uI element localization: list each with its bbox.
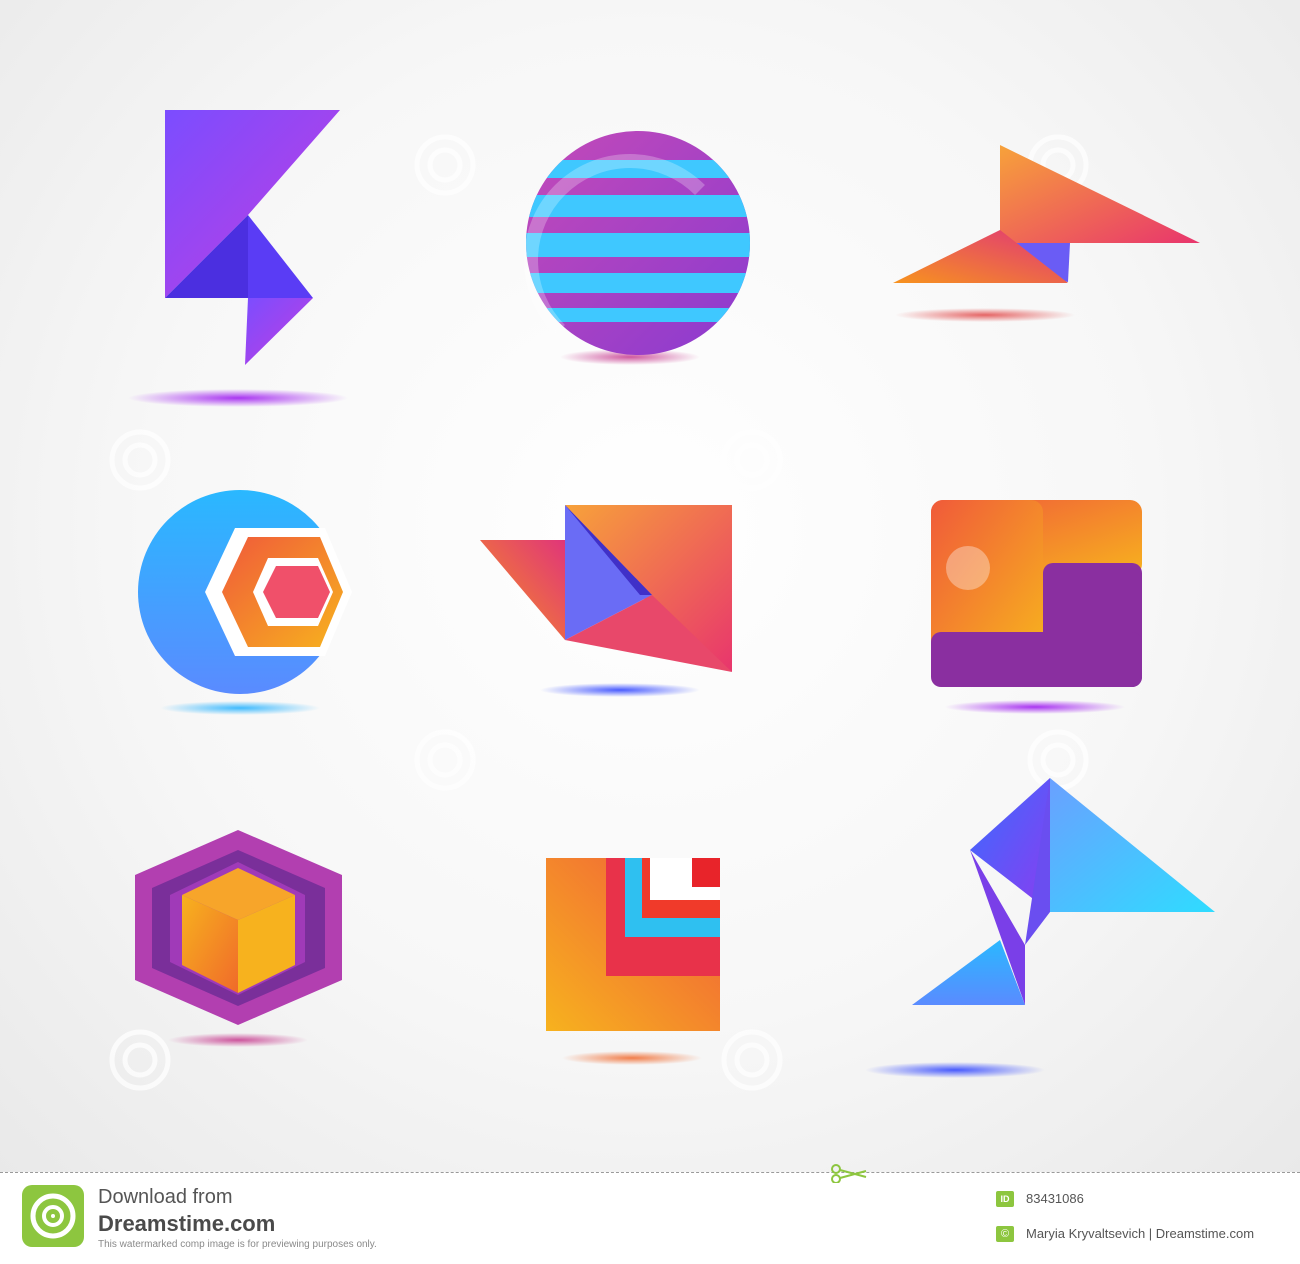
nested-l-square-icon [546, 858, 720, 1065]
download-label: Download from [98, 1186, 233, 1208]
origami-bird-icon [893, 145, 1200, 322]
artwork-canvas [0, 0, 1300, 1172]
origami-bolt-icon [865, 778, 1215, 1078]
icon-set [109, 110, 1215, 1091]
preview-note: This watermarked comp image is for previ… [98, 1239, 377, 1250]
dreamstime-logo-icon [22, 1185, 84, 1247]
k-origami-icon [128, 110, 348, 407]
author-credit[interactable]: Maryia Kryvaltsevich | Dreamstime.com [1026, 1226, 1254, 1241]
id-badge: ID [996, 1191, 1014, 1207]
hexagon-circle-icon [138, 490, 352, 715]
download-footer: Download from Dreamstime.com This waterm… [0, 1164, 1300, 1264]
copyright-icon: © [996, 1226, 1014, 1242]
image-id: 83431086 [1026, 1191, 1084, 1206]
hexagon-cube-icon [135, 830, 342, 1047]
site-name[interactable]: Dreamstime.com [98, 1211, 275, 1237]
s-block-icon [931, 500, 1142, 714]
folded-envelope-icon [480, 505, 732, 697]
scissors-icon [831, 1164, 867, 1183]
striped-sphere-icon [524, 131, 750, 365]
